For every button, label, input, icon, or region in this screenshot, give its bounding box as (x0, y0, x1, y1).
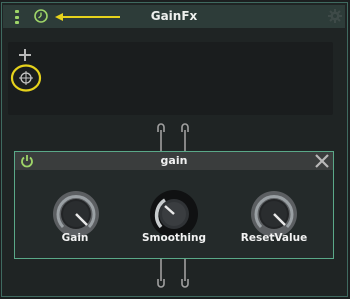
input-pin-left[interactable] (155, 122, 167, 152)
title-bar: GainFx (3, 5, 345, 28)
knob-label-gain: Gain (61, 232, 89, 244)
output-pin-left[interactable] (155, 259, 167, 289)
gain-module: gain Gain Smoothing ResetValue (14, 151, 334, 259)
window-title: GainFx (150, 9, 198, 23)
module-header: gain (15, 152, 333, 170)
plus-icon[interactable] (18, 48, 32, 62)
knob-label-smoothing: Smoothing (141, 232, 206, 244)
gear-icon[interactable] (327, 8, 343, 24)
input-pin-right[interactable] (179, 122, 191, 152)
crosshair-icon[interactable] (12, 66, 40, 90)
plugin-slot-area (8, 42, 333, 115)
close-icon[interactable] (314, 153, 330, 169)
module-title: gain (160, 154, 188, 167)
output-pin-right[interactable] (179, 259, 191, 289)
knob-label-resetvalue: ResetValue (240, 232, 308, 244)
